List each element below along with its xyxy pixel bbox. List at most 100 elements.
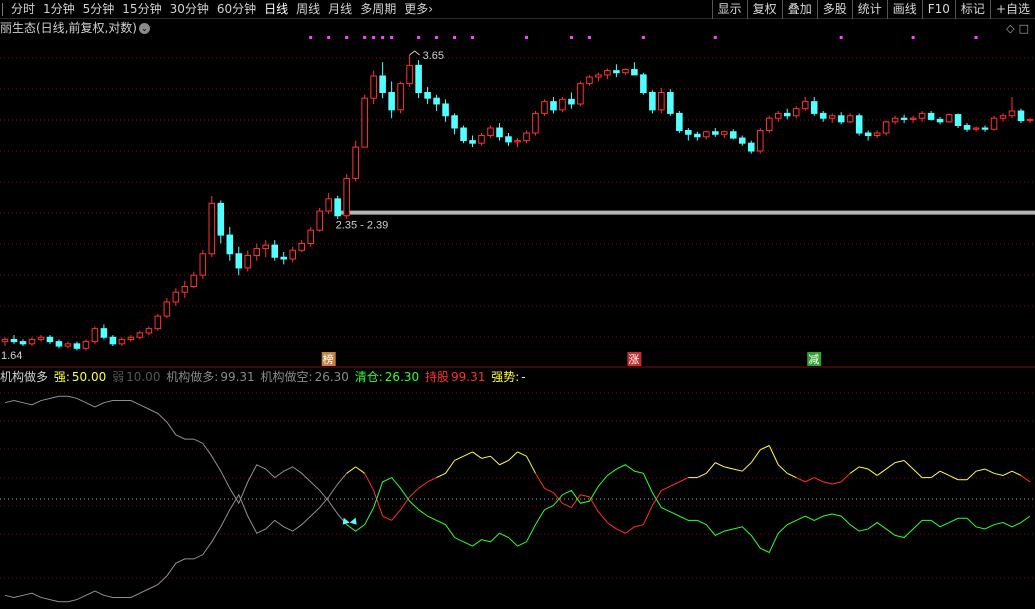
candle-body bbox=[819, 112, 827, 119]
long-line-before bbox=[4, 395, 348, 526]
hold-line-segment bbox=[454, 455, 464, 461]
event-marker-label: 涨 bbox=[628, 353, 639, 366]
support-bar bbox=[334, 210, 1035, 215]
candle-body bbox=[289, 249, 297, 260]
candle-body bbox=[730, 131, 737, 139]
hold-line-segment bbox=[445, 460, 455, 474]
candle-body bbox=[199, 253, 207, 276]
candle-body bbox=[595, 74, 602, 78]
hold-line-segment bbox=[436, 472, 446, 479]
candle-body bbox=[891, 117, 899, 123]
hold-line-segment bbox=[580, 494, 590, 498]
high-pointer bbox=[409, 50, 420, 56]
hold-line-segment bbox=[651, 490, 662, 506]
candle-body bbox=[810, 101, 818, 114]
candle-body bbox=[604, 70, 611, 76]
candle-body bbox=[586, 76, 593, 85]
hold-line-segment bbox=[598, 511, 608, 523]
low-label: 1.64 bbox=[1, 350, 22, 362]
candle-body bbox=[154, 315, 162, 330]
candle-body bbox=[1026, 118, 1034, 122]
hold-line-segment bbox=[912, 468, 923, 478]
candle-body bbox=[828, 115, 836, 119]
trend-label: 强势: bbox=[491, 370, 520, 384]
candle-body bbox=[307, 229, 314, 244]
candle-body bbox=[469, 140, 476, 144]
signal-dot bbox=[911, 36, 915, 39]
candle-body bbox=[936, 118, 944, 123]
candle-body bbox=[352, 146, 359, 179]
candle-body bbox=[550, 101, 557, 111]
candle-body bbox=[747, 142, 755, 152]
hold-line-segment bbox=[670, 481, 680, 487]
candle-body bbox=[37, 336, 45, 340]
candle-body bbox=[532, 112, 539, 134]
signal-dot bbox=[417, 36, 421, 39]
candle-body bbox=[963, 125, 971, 130]
signal-dot bbox=[641, 36, 645, 39]
candle-body bbox=[882, 121, 890, 134]
hold-line-segment bbox=[346, 466, 356, 474]
candle-body bbox=[487, 127, 494, 137]
candle-body bbox=[514, 140, 521, 143]
hold-line-segment bbox=[607, 522, 617, 530]
candle-body bbox=[100, 328, 108, 338]
signal-dot bbox=[381, 36, 385, 39]
hold-line-segment bbox=[1020, 475, 1031, 483]
hold-line-segment bbox=[697, 472, 707, 479]
indicator-legend: 机构做多 强: 50.00 弱 10.00 机构做多: 99.31 机构做空: 26.3… bbox=[0, 368, 528, 386]
support-line bbox=[334, 210, 1035, 215]
candle-body bbox=[756, 129, 764, 152]
signal-dot bbox=[524, 36, 528, 39]
weak-value: 10.00 bbox=[126, 370, 161, 384]
hold-line-segment bbox=[741, 462, 752, 472]
weak-label: 弱 bbox=[112, 370, 125, 384]
candle-body bbox=[361, 97, 368, 148]
candle-body bbox=[253, 248, 261, 256]
event-marker-label: 榜 bbox=[323, 352, 334, 366]
candle-body bbox=[640, 74, 647, 94]
candle-body bbox=[622, 69, 629, 74]
candle-body bbox=[1, 338, 9, 343]
candle-body bbox=[855, 115, 863, 134]
hold-line-segment bbox=[1011, 470, 1022, 476]
hold-line-segment bbox=[885, 462, 896, 470]
signal-dot bbox=[471, 36, 475, 39]
candle-body bbox=[172, 291, 180, 303]
short-value: 26.30 bbox=[314, 370, 349, 384]
hold-label: 持股 bbox=[424, 370, 449, 384]
candle-body bbox=[1008, 110, 1016, 117]
event-marker-label: 减 bbox=[808, 353, 819, 366]
candle-body bbox=[909, 117, 917, 120]
candle-body bbox=[325, 198, 332, 212]
candle-body bbox=[190, 274, 198, 287]
candle-body bbox=[298, 242, 305, 251]
candle-body bbox=[873, 132, 881, 137]
candle-body bbox=[163, 301, 171, 317]
hold-line-segment bbox=[903, 460, 914, 470]
candle-body bbox=[1017, 110, 1025, 122]
hold-line-segment bbox=[508, 451, 518, 461]
clear-label: 清仓: bbox=[354, 370, 383, 384]
candle-body bbox=[343, 177, 350, 217]
long-value: 99.31 bbox=[220, 370, 255, 384]
candle-body bbox=[649, 92, 656, 111]
candle-body bbox=[972, 127, 980, 130]
candle-body bbox=[19, 341, 27, 345]
signal-dot bbox=[974, 36, 978, 39]
candle-body bbox=[217, 202, 225, 236]
hold-line-segment bbox=[364, 473, 375, 491]
hold-line-segment bbox=[553, 492, 563, 504]
signal-dot bbox=[363, 36, 367, 39]
hold-line-segment bbox=[490, 455, 500, 466]
candle-body bbox=[712, 131, 719, 135]
hold-line-segment bbox=[895, 459, 905, 464]
strong-label: 强: bbox=[53, 370, 70, 384]
hold-line-segment bbox=[463, 451, 473, 457]
hold-line-segment bbox=[391, 509, 401, 521]
chart-canvas[interactable]: 榜 涨 减 3.65 2.35 - 2.39 1.64 bbox=[0, 0, 1035, 609]
signal-dot bbox=[569, 36, 573, 39]
candle-body bbox=[262, 244, 270, 250]
candle-body bbox=[82, 341, 90, 349]
hold-line-segment bbox=[355, 466, 365, 474]
